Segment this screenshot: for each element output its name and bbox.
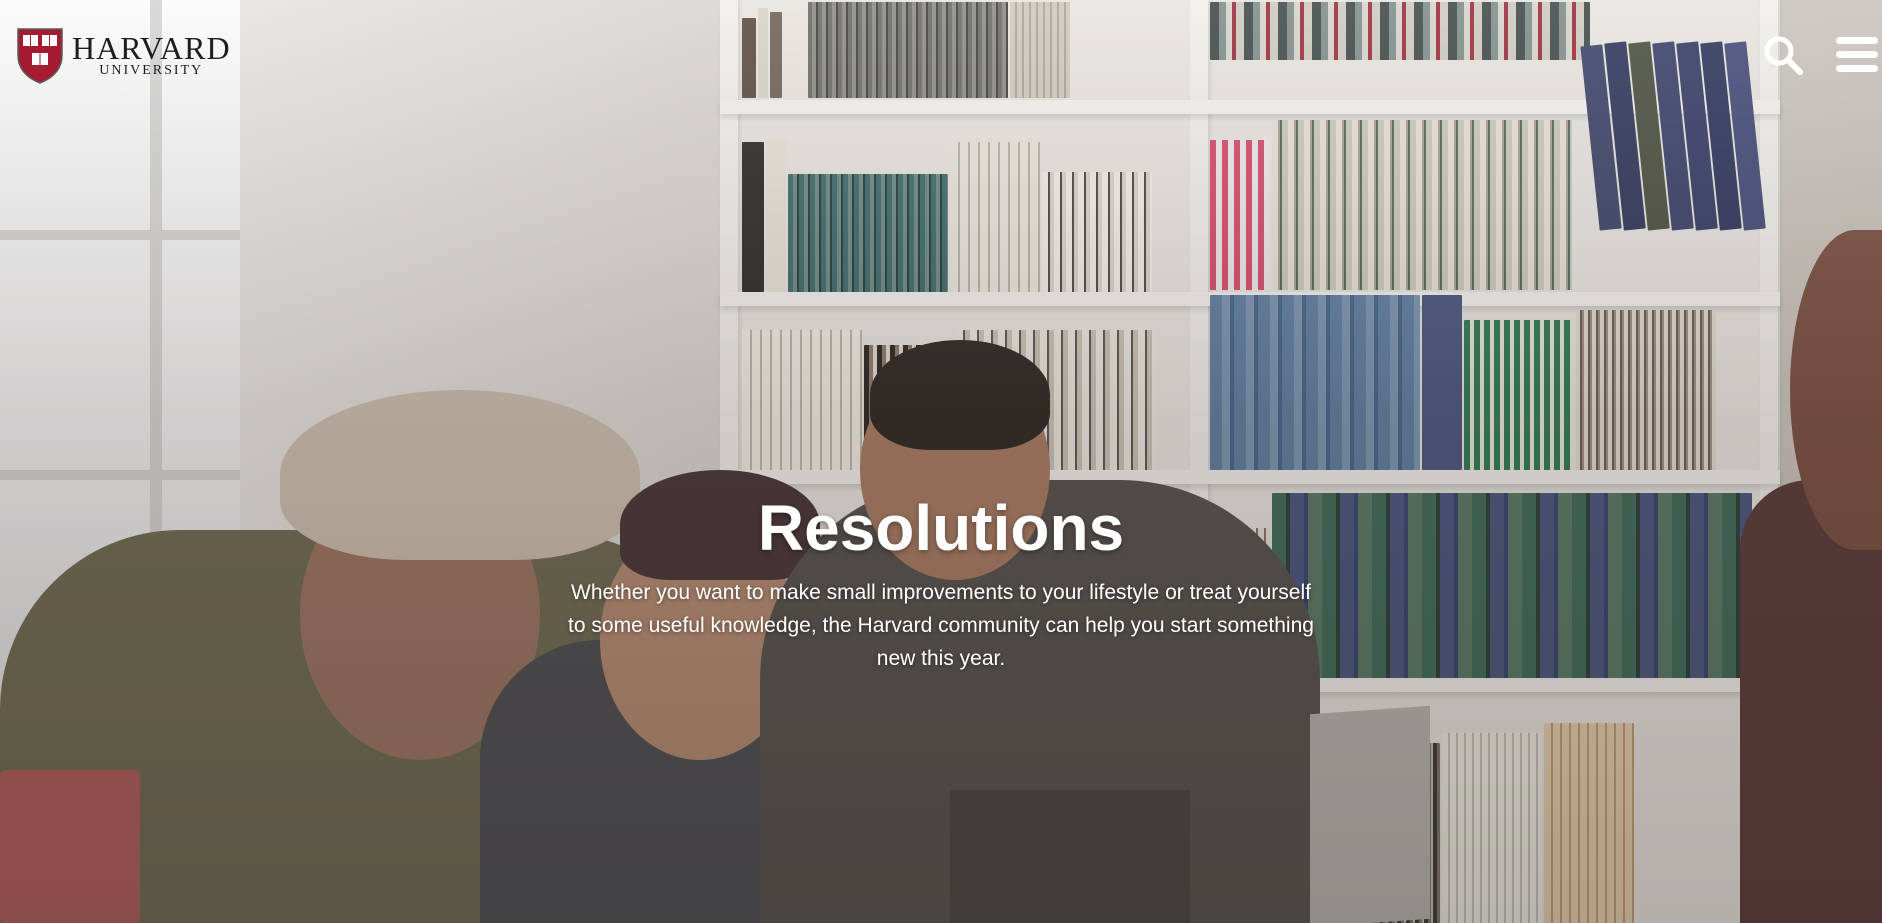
hero-section: HARVARD UNIVERSITY Resolutions Whether y… xyxy=(0,0,1882,923)
header-actions xyxy=(1734,30,1882,80)
hero-title: Resolutions xyxy=(757,492,1125,564)
search-button[interactable] xyxy=(1758,30,1808,80)
hero-description: Whether you want to make small improveme… xyxy=(568,581,1314,670)
wordmark-secondary: UNIVERSITY xyxy=(99,63,204,78)
hero-background-image xyxy=(0,0,1882,923)
harvard-veritas-shield-icon xyxy=(17,28,63,84)
hero-image-overlay xyxy=(0,0,1882,923)
search-icon xyxy=(1764,36,1803,75)
menu-button[interactable] xyxy=(1832,30,1882,80)
hamburger-menu-icon xyxy=(1836,37,1878,72)
hero-content: Resolutions Whether you want to make sma… xyxy=(0,490,1882,675)
harvard-wordmark: HARVARD UNIVERSITY xyxy=(72,30,231,79)
harvard-logo-link[interactable]: HARVARD UNIVERSITY xyxy=(16,27,231,85)
wordmark-primary: HARVARD xyxy=(72,30,231,66)
